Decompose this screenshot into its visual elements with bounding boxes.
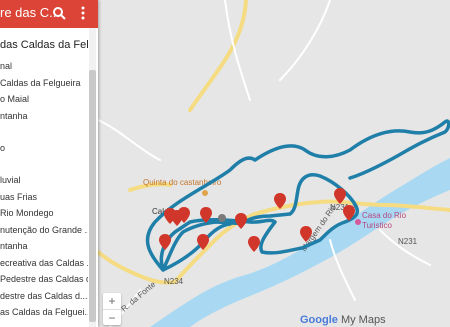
road-label-n234: N234 [164,277,184,286]
list-item[interactable]: ntanha [0,106,28,126]
map-credit: Google My Maps [300,314,386,326]
place-label-casa: Casa do Rio [362,211,407,220]
legend-list: das Caldas da Felgue... nal Caldas da Fe… [0,28,88,327]
layer-title: das Caldas da Felgue... [0,39,88,51]
zoom-in-button[interactable]: + [103,293,121,309]
place-label-casa-2: Turistico [362,221,392,230]
scrollbar-thumb[interactable] [89,70,96,322]
google-logo: Google [300,314,338,326]
search-icon[interactable] [52,5,66,21]
legend-panel: re das C... das Caldas da Felgue... nal … [0,0,98,327]
road-label-n231: N231 [398,237,418,246]
list-item[interactable]: as Caldas da Felguei... [0,302,88,322]
more-options-icon[interactable] [76,5,90,21]
panel-header: re das C... [0,0,98,28]
map-title: re das C... [0,5,60,20]
zoom-out-button[interactable]: − [103,309,121,326]
place-pin-icon [218,214,226,222]
zoom-control: + − [103,293,121,325]
place-pin-icon [355,219,361,225]
place-pin-icon [202,190,208,196]
scrollbar[interactable] [89,28,96,327]
my-maps-label: My Maps [340,314,386,326]
list-item[interactable]: o [0,138,5,158]
